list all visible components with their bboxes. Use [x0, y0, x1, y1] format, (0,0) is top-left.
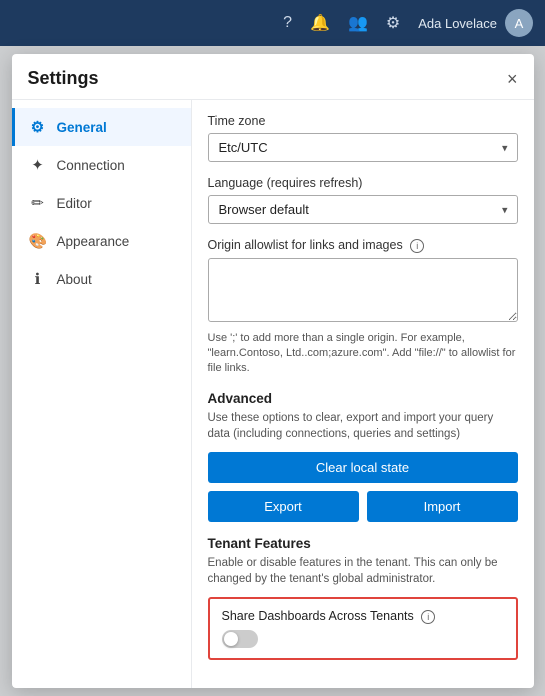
- close-button[interactable]: ×: [507, 70, 518, 88]
- modal-header: Settings ×: [12, 54, 534, 100]
- tenant-title: Tenant Features: [208, 536, 518, 551]
- timezone-label: Time zone: [208, 114, 518, 128]
- modal-body: ⚙ General ✦ Connection ✏ Editor 🎨 Appear…: [12, 100, 534, 688]
- sidebar-item-editor[interactable]: ✏ Editor: [12, 184, 191, 222]
- sidebar-item-connection[interactable]: ✦ Connection: [12, 146, 191, 184]
- clear-local-state-button[interactable]: Clear local state: [208, 452, 518, 483]
- settings-modal: Settings × ⚙ General ✦ Connection ✏ Edit…: [12, 54, 534, 688]
- about-icon: ℹ: [29, 270, 47, 288]
- share-dashboards-box: Share Dashboards Across Tenants i: [208, 597, 518, 660]
- export-import-row: Export Import: [208, 491, 518, 522]
- allowlist-textarea[interactable]: [208, 258, 518, 322]
- allowlist-group: Origin allowlist for links and images i …: [208, 238, 518, 377]
- tenant-desc: Enable or disable features in the tenant…: [208, 555, 518, 587]
- help-icon[interactable]: ?: [283, 14, 292, 32]
- advanced-group: Advanced Use these options to clear, exp…: [208, 391, 518, 522]
- sidebar-label-about: About: [57, 272, 92, 287]
- timezone-select-wrapper: Etc/UTC America/New_York America/Los_Ang…: [208, 133, 518, 162]
- sidebar-label-editor: Editor: [57, 196, 92, 211]
- allowlist-hint: Use ';' to add more than a single origin…: [208, 331, 518, 377]
- settings-icon[interactable]: ⚙: [386, 13, 400, 33]
- advanced-desc: Use these options to clear, export and i…: [208, 410, 518, 442]
- people-icon[interactable]: 👥: [348, 13, 368, 33]
- sidebar-label-general: General: [57, 120, 107, 135]
- user-name: Ada Lovelace: [418, 16, 497, 31]
- user-menu[interactable]: Ada Lovelace A: [418, 9, 533, 37]
- appearance-icon: 🎨: [29, 232, 47, 250]
- timezone-select[interactable]: Etc/UTC America/New_York America/Los_Ang…: [208, 133, 518, 162]
- notifications-icon[interactable]: 🔔: [310, 13, 330, 33]
- share-dashboards-label: Share Dashboards Across Tenants i: [222, 609, 504, 624]
- sidebar-item-about[interactable]: ℹ About: [12, 260, 191, 298]
- topbar: ? 🔔 👥 ⚙ Ada Lovelace A: [0, 0, 545, 46]
- general-icon: ⚙: [29, 118, 47, 136]
- share-dashboards-info-icon[interactable]: i: [421, 610, 435, 624]
- language-label: Language (requires refresh): [208, 176, 518, 190]
- avatar: A: [505, 9, 533, 37]
- sidebar-item-general[interactable]: ⚙ General: [12, 108, 191, 146]
- editor-icon: ✏: [29, 194, 47, 212]
- sidebar: ⚙ General ✦ Connection ✏ Editor 🎨 Appear…: [12, 100, 192, 688]
- sidebar-label-appearance: Appearance: [57, 234, 130, 249]
- allowlist-label: Origin allowlist for links and images i: [208, 238, 518, 253]
- import-button[interactable]: Import: [367, 491, 518, 522]
- toggle-knob: [224, 632, 238, 646]
- language-select[interactable]: Browser default English French German Sp…: [208, 195, 518, 224]
- modal-title: Settings: [28, 68, 99, 89]
- timezone-group: Time zone Etc/UTC America/New_York Ameri…: [208, 114, 518, 162]
- share-dashboards-toggle-wrapper: [222, 630, 504, 648]
- language-select-wrapper: Browser default English French German Sp…: [208, 195, 518, 224]
- modal-overlay: Settings × ⚙ General ✦ Connection ✏ Edit…: [0, 46, 545, 696]
- language-group: Language (requires refresh) Browser defa…: [208, 176, 518, 224]
- export-button[interactable]: Export: [208, 491, 359, 522]
- sidebar-item-appearance[interactable]: 🎨 Appearance: [12, 222, 191, 260]
- advanced-title: Advanced: [208, 391, 518, 406]
- connection-icon: ✦: [29, 156, 47, 174]
- sidebar-label-connection: Connection: [57, 158, 125, 173]
- tenant-group: Tenant Features Enable or disable featur…: [208, 536, 518, 660]
- main-content: Time zone Etc/UTC America/New_York Ameri…: [192, 100, 534, 688]
- share-dashboards-toggle[interactable]: [222, 630, 258, 648]
- allowlist-info-icon[interactable]: i: [410, 239, 424, 253]
